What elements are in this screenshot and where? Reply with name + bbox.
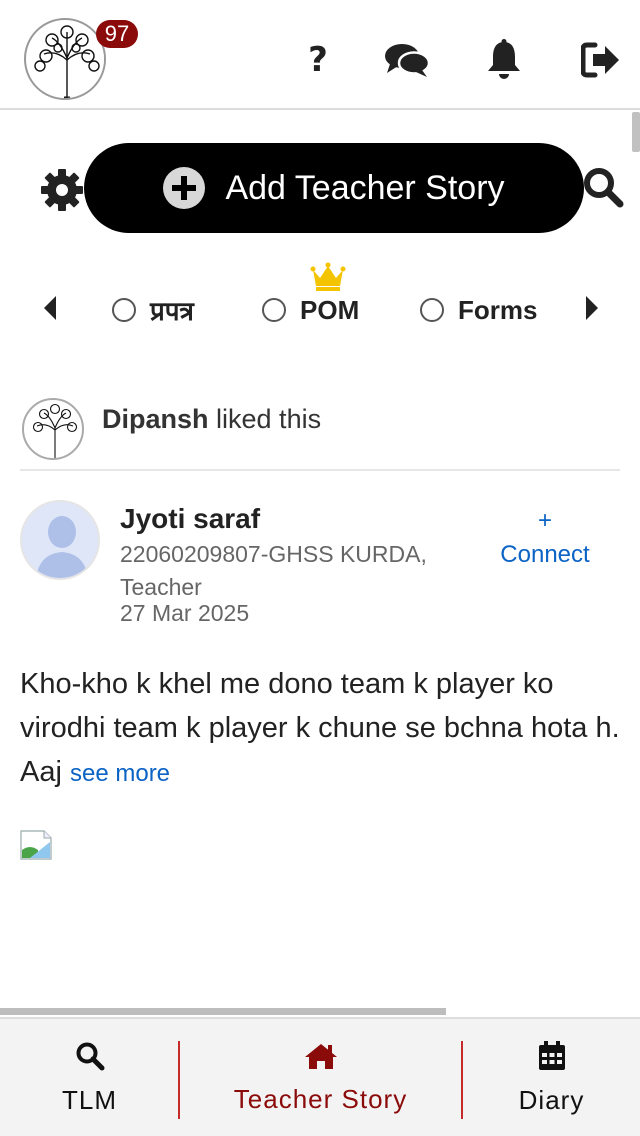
filter-option-prapatra[interactable]: प्रपत्र [112,292,194,328]
connect-label: Connect [500,541,590,568]
post-date: 27 Mar 2025 [120,600,250,626]
search-button[interactable] [582,166,626,210]
nav-label: Diary [518,1085,585,1115]
gear-icon [41,169,83,211]
logout-icon [581,42,619,78]
scroll-right-arrow-icon[interactable] [582,294,602,322]
author-name[interactable]: Jyoti saraf [120,503,260,535]
liker-name[interactable]: Dipansh [102,404,209,434]
filter-option-forms[interactable]: Forms [420,292,537,328]
nav-label: Teacher Story [233,1084,408,1114]
nav-diary[interactable]: Diary [463,1019,640,1136]
add-teacher-story-button[interactable]: Add Teacher Story [84,143,584,233]
calendar-icon [538,1041,565,1070]
post-body: Kho-kho k khel me dono team k player ko … [20,662,620,796]
horizontal-scrollbar[interactable] [0,1008,446,1015]
tree-logo[interactable] [24,18,106,100]
add-teacher-story-label: Add Teacher Story [225,168,505,207]
vertical-scrollbar[interactable] [632,112,640,152]
home-icon [304,1044,337,1069]
app-header: 97 ? [0,0,640,110]
filter-label: प्रपत्र [150,296,194,326]
nav-label: TLM [62,1085,117,1115]
plus-circle-icon [163,167,206,209]
notification-count-badge: 97 [96,20,138,48]
liker-avatar[interactable] [22,398,84,460]
connect-plus: + [537,507,552,534]
bottom-navigation: TLM Teacher Story Diary [0,1017,640,1136]
divider [20,469,620,471]
filter-option-pom[interactable]: POM [262,292,359,328]
search-icon [584,168,624,208]
filter-label: POM [300,294,360,325]
activity-action: liked this [216,404,322,434]
bell-icon [488,39,520,79]
filter-label: Forms [458,294,538,325]
nav-teacher-story[interactable]: Teacher Story [180,1019,461,1136]
author-avatar[interactable] [20,500,100,580]
connect-button[interactable]: + Connect [500,504,590,572]
radio-button[interactable] [112,298,136,322]
search-icon [76,1042,104,1071]
help-icon: ? [308,40,328,80]
scroll-left-arrow-icon[interactable] [40,294,60,322]
chat-icon [385,44,430,77]
broken-image-icon[interactable] [20,830,52,860]
settings-button[interactable] [38,166,86,214]
help-button[interactable]: ? [294,36,342,84]
radio-button[interactable] [262,298,286,322]
author-school: 22060209807-GHSS KURDA, Teacher [120,541,427,600]
chat-button[interactable] [383,36,431,84]
see-more-link[interactable]: see more [70,760,170,787]
notifications-button[interactable] [480,36,528,84]
crown-icon [310,262,346,291]
radio-button[interactable] [420,298,444,322]
logout-button[interactable] [577,36,625,84]
nav-tlm[interactable]: TLM [0,1019,179,1136]
activity-text: Dipansh liked this [102,404,321,435]
